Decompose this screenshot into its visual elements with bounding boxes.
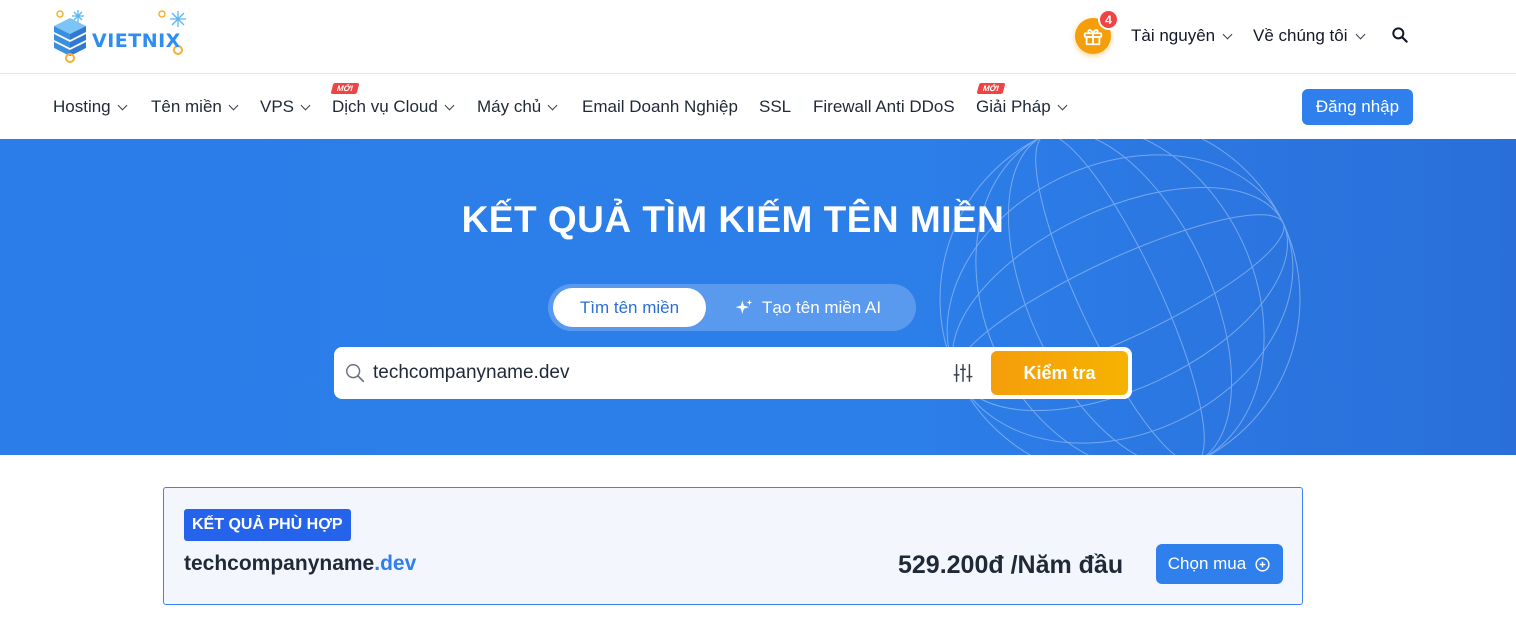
nav-item-email[interactable]: Email Doanh Nghiệp <box>582 97 738 117</box>
chevron-down-icon <box>1222 29 1233 39</box>
chevron-down-icon <box>228 100 239 110</box>
nav-item-hosting[interactable]: Hosting <box>53 97 128 117</box>
new-badge: MỚI <box>976 83 1006 94</box>
tab-domain-search[interactable]: Tìm tên miền <box>553 288 706 327</box>
result-price: 529.200đ /Năm đầu <box>898 551 1124 579</box>
plus-circle-icon <box>1255 556 1270 572</box>
tab-ai-label: Tạo tên miền AI <box>762 297 882 317</box>
check-button[interactable]: Kiểm tra <box>991 351 1128 395</box>
domain-search-box: Kiểm tra <box>334 347 1132 399</box>
resources-menu[interactable]: Tài nguyên <box>1131 26 1233 46</box>
nav-label: Tên miền <box>151 97 222 116</box>
vietnix-logo[interactable]: VIETNIX <box>50 8 195 66</box>
gift-count-badge: 4 <box>1098 9 1119 30</box>
hero-section: KẾT QUẢ TÌM KIẾM TÊN MIỀN Tìm tên miền T… <box>0 139 1516 455</box>
nav-item-domain[interactable]: Tên miền <box>151 97 239 117</box>
buy-label: Chọn mua <box>1167 554 1247 573</box>
nav-item-ssl[interactable]: SSL <box>759 97 791 117</box>
nav-label: VPS <box>260 97 295 116</box>
new-badge: MỚI <box>330 83 360 94</box>
search-mode-tabs: Tìm tên miền Tạo tên miền AI <box>548 284 916 331</box>
tab-ai-domain[interactable]: Tạo tên miền AI <box>734 288 881 327</box>
nav-label: Máy chủ <box>477 97 542 116</box>
resources-label: Tài nguyên <box>1131 26 1216 45</box>
main-nav: Hosting Tên miền VPS MỚI Dịch vụ Cloud M… <box>0 75 1516 139</box>
filter-sliders-icon[interactable] <box>952 362 974 384</box>
chevron-down-icon <box>1057 100 1068 110</box>
nav-label: Email Doanh Nghiệp <box>582 97 738 116</box>
nav-label: Hosting <box>53 97 111 116</box>
logo-text: VIETNIX <box>92 30 181 52</box>
chevron-down-icon <box>547 100 558 110</box>
search-icon[interactable] <box>1390 25 1410 45</box>
about-label: Về chúng tôi <box>1253 26 1348 45</box>
domain-name: techcompanyname <box>184 552 375 575</box>
domain-search-input[interactable] <box>373 355 933 391</box>
result-card: KẾT QUẢ PHÙ HỢP techcompanyname.dev 529.… <box>163 487 1303 605</box>
chevron-down-icon <box>300 100 311 110</box>
result-domain: techcompanyname.dev <box>184 552 416 576</box>
search-icon <box>346 364 365 383</box>
globe-decoration <box>939 139 1301 455</box>
chevron-down-icon <box>444 100 455 110</box>
top-bar: VIETNIX 4 Tài nguyên Về chúng tôi <box>0 0 1516 74</box>
nav-label: SSL <box>759 97 792 116</box>
nav-item-firewall[interactable]: Firewall Anti DDoS <box>813 97 955 117</box>
chevron-down-icon <box>117 100 128 110</box>
sparkle-icon <box>735 299 753 314</box>
about-menu[interactable]: Về chúng tôi <box>1253 26 1365 46</box>
chevron-down-icon <box>1355 29 1365 39</box>
nav-item-servers[interactable]: Máy chủ <box>477 97 558 117</box>
login-button[interactable]: Đăng nhập <box>1302 89 1413 125</box>
nav-item-vps[interactable]: VPS <box>260 97 311 117</box>
match-badge: KẾT QUẢ PHÙ HỢP <box>184 509 351 541</box>
gift-icon <box>1083 29 1103 46</box>
nav-label: Firewall Anti DDoS <box>813 97 955 116</box>
nav-label: Dịch vụ Cloud <box>332 97 438 116</box>
page-title: KẾT QUẢ TÌM KIẾM TÊN MIỀN <box>461 199 1005 240</box>
nav-label: Giải Pháp <box>976 97 1051 116</box>
buy-button[interactable]: Chọn mua <box>1156 544 1283 584</box>
nav-item-cloud[interactable]: MỚI Dịch vụ Cloud <box>330 83 455 117</box>
nav-item-solutions[interactable]: MỚI Giải Pháp <box>976 83 1068 117</box>
domain-tld: .dev <box>374 552 417 575</box>
